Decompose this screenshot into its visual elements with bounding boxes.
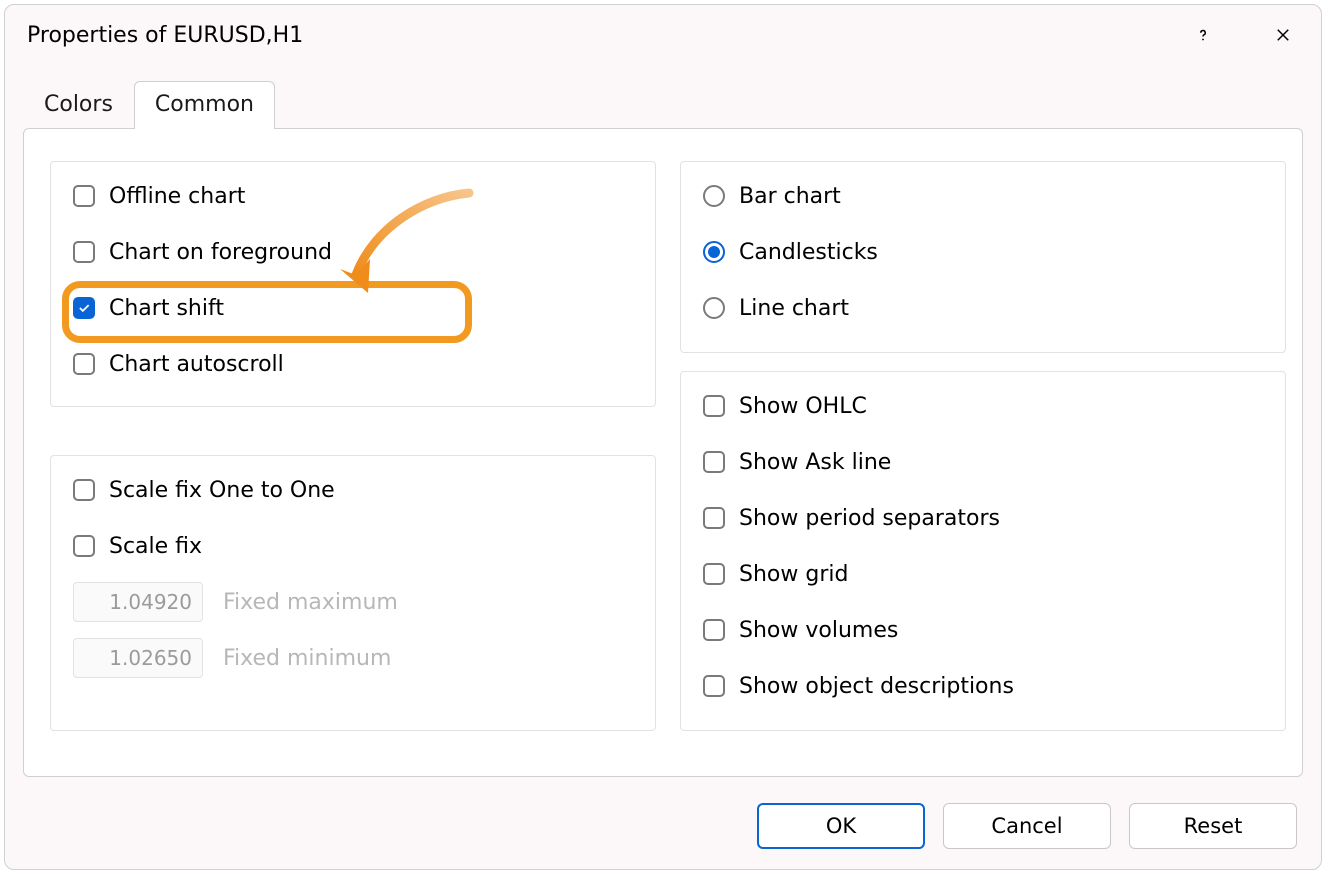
- close-icon: [1274, 26, 1292, 44]
- checkbox-chart-autoscroll[interactable]: [73, 353, 95, 375]
- close-button[interactable]: [1267, 19, 1299, 51]
- label-chart-on-foreground: Chart on foreground: [109, 240, 332, 265]
- label-show-ohlc: Show OHLC: [739, 394, 867, 419]
- checkbox-show-ask-line[interactable]: [703, 451, 725, 473]
- checkbox-show-grid[interactable]: [703, 563, 725, 585]
- properties-dialog: Properties of EURUSD,H1 Colors Common Of…: [4, 4, 1322, 870]
- titlebar: Properties of EURUSD,H1: [5, 5, 1321, 65]
- label-candlesticks: Candlesticks: [739, 240, 878, 265]
- label-chart-shift: Chart shift: [109, 296, 224, 321]
- radio-bar-chart[interactable]: [703, 185, 725, 207]
- checkbox-offline-chart[interactable]: [73, 185, 95, 207]
- label-scale-fix: Scale fix: [109, 534, 202, 559]
- checkbox-row-show-grid[interactable]: Show grid: [681, 546, 1285, 602]
- checkbox-row-scale-fix[interactable]: Scale fix: [51, 518, 655, 574]
- label-bar-chart: Bar chart: [739, 184, 841, 209]
- help-button[interactable]: [1187, 19, 1219, 51]
- checkbox-chart-shift[interactable]: [73, 297, 95, 319]
- tab-panel-common: Offline chart Chart on foreground Chart …: [23, 128, 1303, 777]
- checkbox-show-period-separators[interactable]: [703, 507, 725, 529]
- checkbox-row-chart-shift[interactable]: Chart shift: [51, 280, 655, 336]
- tab-common[interactable]: Common: [134, 81, 275, 129]
- label-show-period-separators: Show period separators: [739, 506, 1000, 531]
- check-icon: [77, 301, 91, 315]
- group-chart-behavior: Offline chart Chart on foreground Chart …: [50, 161, 656, 407]
- checkbox-row-offline-chart[interactable]: Offline chart: [51, 168, 655, 224]
- group-show-options: Show OHLC Show Ask line Show period sepa…: [680, 371, 1286, 731]
- label-offline-chart: Offline chart: [109, 184, 245, 209]
- label-chart-autoscroll: Chart autoscroll: [109, 352, 284, 377]
- checkbox-row-show-ask-line[interactable]: Show Ask line: [681, 434, 1285, 490]
- checkbox-show-volumes[interactable]: [703, 619, 725, 641]
- label-show-grid: Show grid: [739, 562, 848, 587]
- label-line-chart: Line chart: [739, 296, 849, 321]
- fixed-minimum-input[interactable]: [73, 638, 203, 678]
- label-show-ask-line: Show Ask line: [739, 450, 891, 475]
- checkbox-row-scale-fix-one-to-one[interactable]: Scale fix One to One: [51, 462, 655, 518]
- group-chart-type: Bar chart Candlesticks Line chart: [680, 161, 1286, 353]
- ok-button[interactable]: OK: [757, 803, 925, 849]
- group-scale: Scale fix One to One Scale fix Fixed max…: [50, 455, 656, 731]
- checkbox-row-chart-on-foreground[interactable]: Chart on foreground: [51, 224, 655, 280]
- checkbox-show-ohlc[interactable]: [703, 395, 725, 417]
- fixed-maximum-label: Fixed maximum: [223, 590, 398, 615]
- fixed-maximum-input[interactable]: [73, 582, 203, 622]
- radio-row-line-chart[interactable]: Line chart: [681, 280, 1285, 336]
- checkbox-show-object-descriptions[interactable]: [703, 675, 725, 697]
- tab-colors[interactable]: Colors: [23, 81, 134, 129]
- checkbox-chart-on-foreground[interactable]: [73, 241, 95, 263]
- label-scale-fix-one-to-one: Scale fix One to One: [109, 478, 335, 503]
- dialog-title: Properties of EURUSD,H1: [27, 23, 303, 48]
- fixed-minimum-label: Fixed minimum: [223, 646, 391, 671]
- radio-row-bar-chart[interactable]: Bar chart: [681, 168, 1285, 224]
- tabs: Colors Common: [5, 65, 1321, 129]
- label-show-object-descriptions: Show object descriptions: [739, 674, 1014, 699]
- fixed-maximum-row: Fixed maximum: [73, 574, 655, 630]
- checkbox-scale-fix[interactable]: [73, 535, 95, 557]
- checkbox-row-show-volumes[interactable]: Show volumes: [681, 602, 1285, 658]
- checkbox-row-chart-autoscroll[interactable]: Chart autoscroll: [51, 336, 655, 392]
- cancel-button[interactable]: Cancel: [943, 803, 1111, 849]
- titlebar-buttons: [1187, 19, 1299, 51]
- fixed-minimum-row: Fixed minimum: [73, 630, 655, 686]
- checkbox-scale-fix-one-to-one[interactable]: [73, 479, 95, 501]
- checkbox-row-show-object-descriptions[interactable]: Show object descriptions: [681, 658, 1285, 714]
- radio-candlesticks[interactable]: [703, 241, 725, 263]
- checkbox-row-show-ohlc[interactable]: Show OHLC: [681, 378, 1285, 434]
- checkbox-row-show-period-separators[interactable]: Show period separators: [681, 490, 1285, 546]
- radio-line-chart[interactable]: [703, 297, 725, 319]
- help-icon: [1194, 26, 1212, 44]
- scale-fix-fields: Fixed maximum Fixed minimum: [51, 574, 655, 686]
- radio-row-candlesticks[interactable]: Candlesticks: [681, 224, 1285, 280]
- reset-button[interactable]: Reset: [1129, 803, 1297, 849]
- label-show-volumes: Show volumes: [739, 618, 898, 643]
- dialog-buttons: OK Cancel Reset: [757, 803, 1297, 849]
